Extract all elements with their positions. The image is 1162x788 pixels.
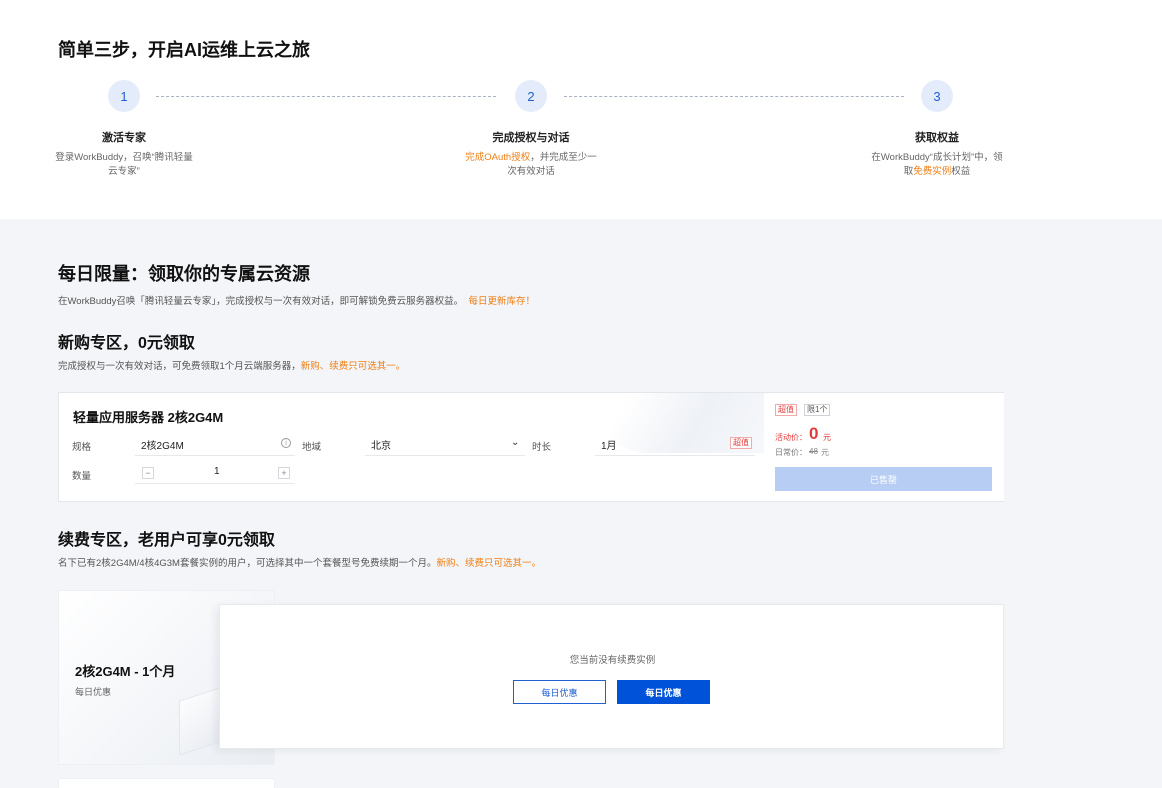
orig-price: 48 <box>809 447 818 456</box>
spec-label: 规格 <box>72 442 92 453</box>
qty-label: 数量 <box>72 471 92 482</box>
region-label: 地域 <box>302 442 322 453</box>
step-2-desc: 完成OAuth授权，并完成至少一次有效对话 <box>465 152 597 177</box>
price-panel: 超值 限1个 活动价： 0 元 日常价： 48 元 已售罄 <box>764 393 1004 501</box>
duration-deal-badge: 超值 <box>730 437 752 449</box>
oauth-link[interactable]: 完成OAuth授权 <box>465 152 530 163</box>
renew-plan-name: 2核2G4M - 1个月 <box>75 664 176 679</box>
duration-select[interactable]: 1月 <box>601 437 617 452</box>
promo-price: 0 <box>809 424 819 443</box>
step-3-desc: 在WorkBuddy“成长计划”中，领取免费实例权益 <box>871 152 1003 177</box>
step-2-number: 2 <box>515 80 547 112</box>
daily-title: 每日限量：领取你的专属云资源 <box>58 264 310 284</box>
steps-title: 简单三步，开启AI运维上云之旅 <box>58 40 310 60</box>
renew-panel: 您当前没有续费实例 每日优惠 每日优惠 <box>219 604 1004 749</box>
renew-plan-tag: 每日优惠 <box>75 687 112 697</box>
free-instance-link[interactable]: 免费实例 <box>913 166 951 177</box>
step-connector <box>156 96 496 97</box>
duration-label: 时长 <box>532 442 552 453</box>
duration-underline <box>595 455 755 456</box>
region-underline <box>365 455 525 456</box>
steps-section: 简单三步，开启AI运维上云之旅 1 2 3 激活专家 登录WorkBuddy，召… <box>0 0 1162 219</box>
orig-price-label: 日常价： <box>775 448 807 457</box>
orig-price-unit: 元 <box>821 448 829 457</box>
product-card: 轻量应用服务器 2核2G4M 规格 2核2G4M i 地域 北京 ⌄ 时长 1月… <box>58 392 1004 502</box>
qty-plus-button[interactable]: + <box>278 467 290 479</box>
qty-input[interactable]: 1 <box>214 466 220 477</box>
soldout-button[interactable]: 已售罄 <box>775 467 992 491</box>
limit-badge: 限1个 <box>804 404 831 416</box>
info-icon[interactable]: i <box>281 438 291 448</box>
renew-zone-subtitle: 名下已有2核2G4M/4核4G3M套餐实例的用户，可选择其中一个套餐型号免费续期… <box>58 558 541 569</box>
empty-state-text: 您当前没有续费实例 <box>569 655 656 666</box>
promo-price-label: 活动价： <box>775 433 807 442</box>
qty-underline <box>135 483 295 484</box>
step-3-number: 3 <box>921 80 953 112</box>
chevron-down-icon[interactable]: ⌄ <box>511 437 519 448</box>
step-3-name: 获取权益 <box>915 132 959 144</box>
step-1-name: 激活专家 <box>102 132 146 144</box>
region-select[interactable]: 北京 <box>371 437 391 452</box>
step-2-name: 完成授权与对话 <box>492 132 570 144</box>
qty-minus-button[interactable]: − <box>142 467 154 479</box>
deal-badge: 超值 <box>775 404 797 416</box>
new-zone-subtitle: 完成授权与一次有效对话，可免费领取1个月云端服务器，新购、续费只可选其一。 <box>58 361 406 372</box>
spec-underline <box>135 455 295 456</box>
promo-price-unit: 元 <box>823 433 831 442</box>
step-connector <box>564 96 904 97</box>
daily-subtitle: 在WorkBuddy召唤「腾讯轻量云专家」，完成授权与一次有效对话，即可解锁免费… <box>58 296 535 307</box>
daily-deal-outline-button[interactable]: 每日优惠 <box>513 680 606 704</box>
daily-deal-primary-button[interactable]: 每日优惠 <box>617 680 710 704</box>
step-1-number: 1 <box>108 80 140 112</box>
spec-value: 2核2G4M <box>141 441 184 452</box>
product-name: 轻量应用服务器 2核2G4M <box>73 410 224 425</box>
step-1-desc: 登录WorkBuddy，召唤“腾讯轻量云专家” <box>55 152 193 177</box>
renew-zone-title: 续费专区，老用户可享0元领取 <box>58 532 275 549</box>
renew-plan-card-next[interactable] <box>58 778 275 788</box>
new-zone-title: 新购专区，0元领取 <box>58 335 195 352</box>
